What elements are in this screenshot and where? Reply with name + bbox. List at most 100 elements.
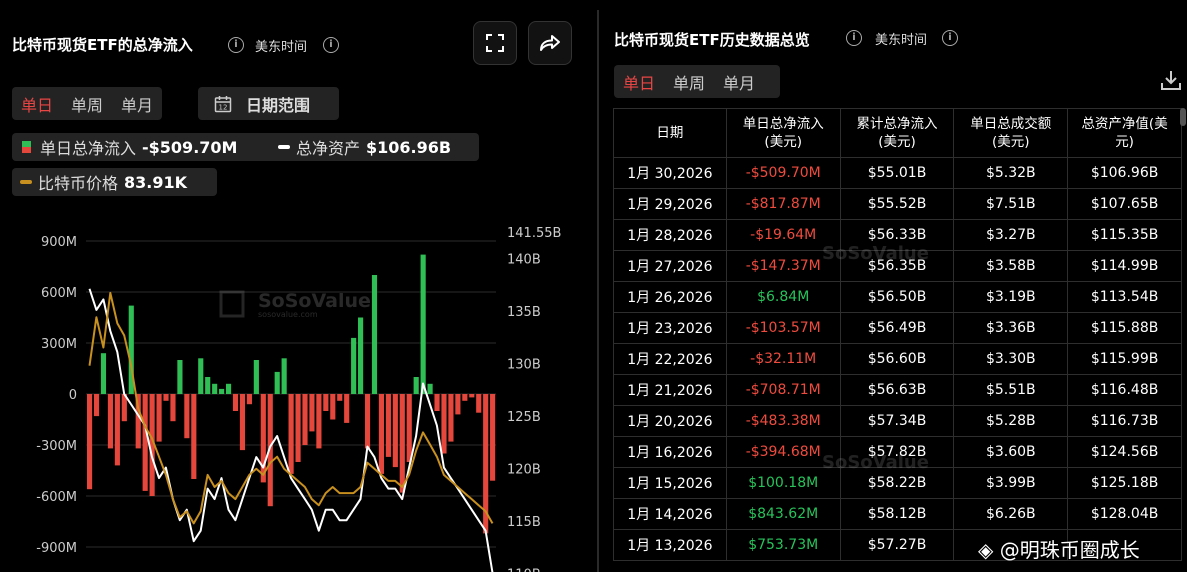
y-right-tick-label: 125B [507,410,541,425]
outflow-bar [455,394,461,415]
inflow-bar [420,254,426,394]
calendar-icon: 12 [214,95,232,112]
table-timezone-info-icon[interactable]: i [942,30,958,46]
cell-net-assets: $113.54B [1067,281,1182,313]
cell-net-assets: $114.99B [1067,250,1182,282]
outflow-bar [142,394,148,491]
cell-date: 1月 13,2026 [613,529,727,561]
watermark-site: sosovalue.com [258,310,318,319]
share-button[interactable] [528,21,572,65]
outflow-bar [385,394,391,457]
y-left-tick-label: 900M [41,235,77,250]
table-row[interactable]: 1月 14,2026 $843.62M $58.12B $6.26B $128.04B [613,498,1182,530]
timezone-info-icon[interactable]: i [323,37,339,53]
inflow-chart[interactable]: SoSoValue sosovalue.com 900M 600M 300M 0 -30… [0,225,590,572]
legend-daily-inflow-value: -$509.70M [142,137,238,157]
overlay-logo-icon: ◈ [978,538,994,562]
cell-daily-volume: $3.27B [953,219,1069,251]
table-title: 比特币现货ETF历史数据总览 [614,31,810,49]
table-row[interactable]: 1月 30,2026 -$509.70M $55.01B $5.32B $106.96B [613,157,1182,189]
outflow-bar [239,394,246,451]
outflow-bar [191,394,197,479]
outflow-bar [295,394,301,462]
cell-date: 1月 28,2026 [613,219,727,251]
table-period-tabs: 单日 单周 单月 [614,65,780,98]
panel-divider [597,10,599,572]
cell-daily-inflow: -$483.38M [725,405,841,437]
outflow-bar [163,394,169,401]
cell-net-assets: $107.65B [1067,188,1182,220]
table-row[interactable]: 1月 26,2026 $6.84M $56.50B $3.19B $113.54B [613,281,1182,313]
fullscreen-button[interactable] [473,21,517,65]
cell-date: 1月 26,2026 [613,281,727,313]
y-right-tick-label: 120B [507,463,541,478]
cell-daily-volume: $3.36B [953,312,1069,344]
cell-daily-inflow: $753.73M [725,529,841,561]
cell-date: 1月 21,2026 [613,374,727,406]
table-tab-monthly[interactable]: 单月 [714,70,764,94]
y-left-tick-label: -600M [36,490,77,505]
svg-text:12: 12 [219,103,228,111]
outflow-bar [246,394,252,405]
tab-weekly[interactable]: 单周 [62,92,112,116]
tab-monthly[interactable]: 单月 [112,92,162,116]
table-info-icon[interactable]: i [846,30,862,46]
table-watermark-top: SoSoValue [822,243,929,264]
info-icon[interactable]: i [228,37,244,53]
outflow-bar [316,394,322,449]
y-right-tick-label: 141.55B [507,226,561,241]
outflow-bar [344,394,350,423]
inflow-bar [371,275,378,394]
table-tab-daily[interactable]: 单日 [614,70,664,94]
overlay-handle: ◈ @明珠币圈成长 [978,538,1140,562]
header-date[interactable]: 日期 [613,108,727,158]
inflow-bar [100,353,107,394]
inflow-bar [253,360,259,394]
cell-daily-inflow: -$103.57M [725,312,841,344]
cell-daily-volume: $3.58B [953,250,1069,282]
cell-daily-volume: $3.30B [953,343,1069,375]
watermark-brand: SoSoValue [258,290,371,312]
cell-net-assets: $116.48B [1067,374,1182,406]
outflow-bar [288,394,294,474]
y-left-tick-label: 0 [69,388,77,403]
header-daily-volume[interactable]: 单日总成交额 (美元) [953,108,1069,158]
date-range-button[interactable]: 12 日期范围 [198,87,339,120]
table-row[interactable]: 1月 22,2026 -$32.11M $56.60B $3.30B $115.99B [613,343,1182,375]
outflow-bar [462,394,468,401]
table-row[interactable]: 1月 20,2026 -$483.38M $57.34B $5.28B $116.73B [613,405,1182,437]
tab-daily[interactable]: 单日 [12,92,62,116]
table-row[interactable]: 1月 21,2026 -$708.71M $56.63B $5.51B $116.48B [613,374,1182,406]
table-row[interactable]: 1月 29,2026 -$817.87M $55.52B $7.51B $107.65B [613,188,1182,220]
inflow-bar [274,371,280,394]
cell-date: 1月 29,2026 [613,188,727,220]
cell-date: 1月 22,2026 [613,343,727,375]
cell-cumulative-inflow: $56.63B [839,374,955,406]
header-net-assets[interactable]: 总资产净值(美 元) [1067,108,1182,158]
outflow-bar [490,394,496,481]
cell-daily-volume: $5.28B [953,405,1069,437]
cell-net-assets: $106.96B [1067,157,1182,189]
table-row[interactable]: 1月 23,2026 -$103.57M $56.49B $3.36B $115.88B [613,312,1182,344]
legend-daily-inflow[interactable]: 单日总净流入 -$509.70M [12,133,277,161]
header-daily-inflow[interactable]: 单日总净流入 (美元) [725,108,841,158]
inflow-bar [177,360,183,394]
y-right-tick-label: 110B [507,568,541,572]
cell-daily-inflow: $843.62M [725,498,841,530]
cell-daily-inflow: -$509.70M [725,157,841,189]
inflow-bar [358,317,364,394]
cell-cumulative-inflow: $56.49B [839,312,955,344]
cell-daily-volume: $7.51B [953,188,1069,220]
legend-net-assets[interactable]: 总净资产 $106.96B [270,133,479,161]
cell-cumulative-inflow: $57.27B [839,529,955,561]
cell-cumulative-inflow: $56.50B [839,281,955,313]
inflow-bar [198,358,204,394]
cell-daily-volume: $3.99B [953,467,1069,499]
header-cumulative-inflow[interactable]: 累计总净流入 (美元) [839,108,955,158]
cell-cumulative-inflow: $57.34B [839,405,955,437]
legend-btc-price[interactable]: 比特币价格 83.91K [12,168,217,196]
download-icon[interactable] [1160,69,1182,91]
table-tab-weekly[interactable]: 单周 [664,70,714,94]
cell-net-assets: $128.04B [1067,498,1182,530]
table-scrollbar[interactable] [1180,108,1186,126]
